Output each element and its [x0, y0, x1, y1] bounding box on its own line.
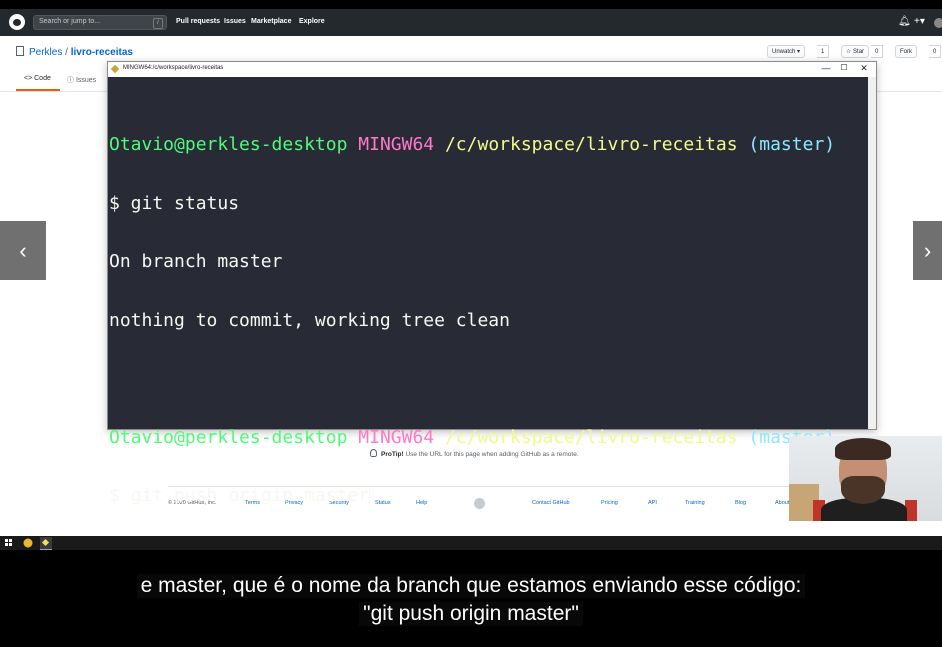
- terminal-titlebar[interactable]: MINGW64:/c/workspace/livro-receitas — ☐ …: [108, 62, 876, 77]
- repo-separator: /: [62, 47, 71, 58]
- close-button[interactable]: ✕: [854, 63, 874, 74]
- repo-icon: [16, 46, 24, 56]
- tab-issues[interactable]: ⓘ Issues: [67, 75, 96, 85]
- terminal-scrollbar[interactable]: [868, 77, 876, 429]
- repo-title: Perkles / livro-receitas: [16, 46, 133, 58]
- nav-issues[interactable]: Issues: [224, 18, 246, 25]
- tab-code[interactable]: <> Code: [24, 75, 51, 82]
- git-bash-taskbar-icon[interactable]: [40, 537, 52, 551]
- prompt-env: MINGW64: [358, 134, 435, 155]
- webcam-overlay: [789, 436, 942, 521]
- top-black-band: [0, 0, 942, 9]
- prompt-path: /c/workspace/livro-receitas: [444, 134, 738, 155]
- terminal-title: MINGW64:/c/workspace/livro-receitas: [123, 65, 224, 71]
- repo-owner-link[interactable]: Perkles: [29, 47, 62, 58]
- prompt-line-1: Otavio@perkles-desktop MINGW64 /c/worksp…: [109, 135, 835, 155]
- output-line-1: On branch master: [109, 251, 283, 272]
- terminal-body[interactable]: Otavio@perkles-desktop MINGW64 /c/worksp…: [108, 77, 868, 505]
- terminal-output: Otavio@perkles-desktop MINGW64 /c/worksp…: [109, 96, 835, 545]
- subtitle-area: e master, que é o nome da branch que est…: [0, 550, 942, 647]
- watch-count[interactable]: 1: [817, 45, 830, 58]
- star-count[interactable]: 0: [871, 45, 884, 58]
- prompt-user: Otavio@perkles-desktop: [109, 426, 348, 448]
- webcam-person-beard: [841, 476, 885, 504]
- plus-icon[interactable]: +▾: [914, 16, 925, 27]
- prompt-env: MINGW64: [358, 426, 435, 448]
- nav-marketplace[interactable]: Marketplace: [251, 18, 291, 25]
- next-slide-button[interactable]: ›: [913, 221, 942, 280]
- subtitle-line-1: e master, que é o nome da branch que est…: [136, 574, 806, 598]
- avatar[interactable]: [934, 18, 942, 28]
- chrome-taskbar-icon[interactable]: [23, 538, 33, 548]
- command-line-2[interactable]: $ git push origin master: [109, 486, 835, 506]
- text-cursor: [369, 487, 371, 504]
- nav-explore[interactable]: Explore: [299, 18, 325, 25]
- fork-count[interactable]: 0: [929, 45, 942, 58]
- nav-pull-requests[interactable]: Pull requests: [176, 18, 220, 25]
- subtitle-line-2: "git push origin master": [359, 602, 583, 626]
- previous-slide-button[interactable]: ‹: [0, 221, 46, 280]
- current-command: $ git push origin master: [109, 485, 370, 506]
- windows-start-icon[interactable]: [5, 539, 13, 547]
- github-header: Search or jump to... / Pull requests Iss…: [0, 9, 942, 36]
- prompt-line-2: Otavio@perkles-desktop MINGW64 /c/worksp…: [109, 426, 835, 448]
- github-search-input[interactable]: Search or jump to... /: [33, 15, 167, 30]
- prompt-branch: (master): [748, 134, 836, 155]
- github-logo-icon[interactable]: [9, 14, 25, 30]
- star-button[interactable]: ☆ Star: [841, 45, 870, 58]
- bell-icon[interactable]: 🔔︎: [898, 16, 911, 27]
- webcam-person-hair: [835, 438, 891, 460]
- repo-name-link[interactable]: livro-receitas: [71, 47, 133, 58]
- subtitle-line-1-wrapper: e master, que é o nome da branch que est…: [0, 574, 942, 598]
- terminal-window[interactable]: MINGW64:/c/workspace/livro-receitas — ☐ …: [107, 61, 877, 505]
- command-line-1: $ git status: [109, 192, 240, 214]
- search-shortcut-key: /: [153, 18, 163, 29]
- mingw-icon: [110, 64, 120, 74]
- fork-button[interactable]: Fork: [895, 45, 917, 58]
- minimize-button[interactable]: —: [816, 63, 836, 73]
- output-line-2: nothing to commit, working tree clean: [109, 309, 510, 331]
- prompt-user: Otavio@perkles-desktop: [109, 134, 348, 155]
- search-placeholder: Search or jump to...: [39, 18, 101, 25]
- unwatch-button[interactable]: Unwatch ▾: [767, 45, 806, 58]
- subtitle-line-2-wrapper: "git push origin master": [0, 602, 942, 626]
- maximize-button[interactable]: ☐: [834, 63, 854, 72]
- windows-taskbar: [0, 536, 942, 551]
- video-frame: Search or jump to... / Pull requests Iss…: [0, 0, 942, 647]
- prompt-path: /c/workspace/livro-receitas: [444, 426, 738, 448]
